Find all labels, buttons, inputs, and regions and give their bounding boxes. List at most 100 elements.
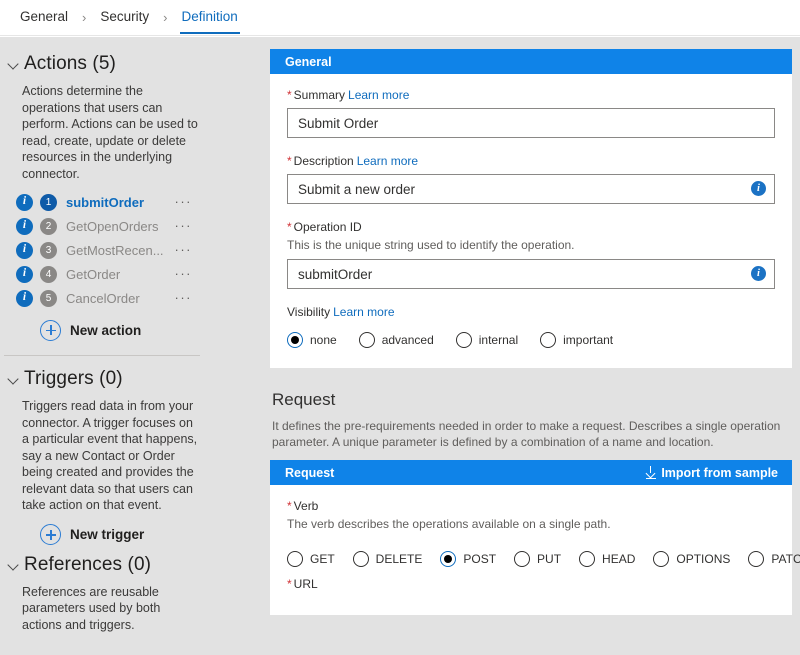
general-card-body: *SummaryLearn more *DescriptionLearn mor… — [270, 74, 792, 368]
general-card-title: General — [285, 54, 332, 69]
action-item-label: CancelOrder — [66, 290, 140, 306]
verb-option-head[interactable]: HEAD — [579, 551, 635, 567]
verb-label: * Verb — [287, 499, 775, 513]
operation-id-help: This is the unique string used to identi… — [287, 238, 575, 252]
verb-option-delete[interactable]: DELETE — [352, 551, 423, 567]
breadcrumb-item-general[interactable]: General — [8, 0, 80, 36]
breadcrumb-item-security[interactable]: Security — [88, 0, 161, 36]
verb-option-label: OPTIONS — [676, 552, 731, 566]
sidebar-section-references-description: References are reusable parameters used … — [22, 584, 161, 632]
description-learn-more-link[interactable]: Learn more — [357, 154, 418, 168]
radio-icon — [440, 551, 457, 567]
url-label-text: URL — [293, 577, 318, 591]
action-item-label: submitOrder — [66, 194, 145, 210]
verb-option-label: DELETE — [375, 552, 423, 566]
verb-option-patch[interactable]: PATCH — [748, 551, 800, 567]
radio-icon — [352, 551, 369, 567]
visibility-option-label: important — [563, 333, 614, 347]
info-icon[interactable]: i — [16, 265, 33, 283]
verb-option-get[interactable]: GET — [287, 551, 335, 567]
action-index-badge: 2 — [40, 217, 57, 235]
verb-radio-group: GET DELETE POST PUT HEAD OPTIONS PATC — [287, 551, 800, 567]
url-label: * URL — [287, 577, 775, 591]
info-icon[interactable]: i — [16, 193, 33, 211]
sidebar-divider — [4, 355, 200, 356]
action-overflow-menu-icon[interactable]: ··· — [175, 267, 193, 280]
description-input[interactable] — [287, 174, 775, 204]
new-trigger-label: New trigger — [70, 527, 145, 542]
required-asterisk: * — [287, 154, 292, 168]
summary-learn-more-link[interactable]: Learn more — [348, 88, 409, 102]
action-overflow-menu-icon[interactable]: ··· — [175, 291, 193, 304]
visibility-option-advanced[interactable]: advanced — [358, 332, 434, 348]
summary-input[interactable] — [287, 108, 775, 138]
new-trigger-button[interactable]: New trigger — [0, 522, 262, 548]
verb-option-put[interactable]: PUT — [514, 551, 561, 567]
operation-id-field: * Operation ID This is the unique string … — [287, 220, 775, 289]
action-overflow-menu-icon[interactable]: ··· — [175, 219, 193, 232]
radio-icon — [514, 551, 531, 567]
main-content: General *SummaryLearn more *DescriptionL… — [262, 37, 800, 655]
radio-icon — [287, 551, 303, 567]
verb-option-label: HEAD — [602, 552, 636, 566]
summary-label-text: Summary — [293, 88, 346, 102]
info-icon[interactable]: i — [16, 241, 33, 259]
breadcrumb-item-definition[interactable]: Definition — [170, 0, 250, 36]
radio-icon — [579, 551, 596, 567]
breadcrumb-separator: › — [163, 10, 168, 25]
verb-field: * Verb The verb describes the operations … — [287, 499, 800, 567]
chevron-down-icon — [6, 56, 22, 72]
radio-icon — [358, 332, 375, 348]
info-icon[interactable]: i — [751, 266, 766, 281]
plus-circle-icon — [40, 524, 61, 545]
general-card-header: General — [270, 49, 792, 74]
operation-id-input[interactable] — [287, 259, 775, 289]
action-overflow-menu-icon[interactable]: ··· — [175, 243, 193, 256]
sidebar-section-actions-header[interactable]: Actions (5) — [0, 47, 262, 81]
action-item-label: GetMostRecen... — [66, 242, 164, 258]
visibility-option-internal[interactable]: internal — [455, 332, 519, 348]
request-section-description: It defines the pre-requirements needed i… — [272, 419, 781, 449]
operation-id-label: * Operation ID — [287, 220, 775, 234]
new-action-button[interactable]: New action — [0, 317, 262, 343]
info-icon[interactable]: i — [16, 289, 33, 307]
required-asterisk: * — [287, 220, 292, 234]
verb-option-options[interactable]: OPTIONS — [653, 551, 730, 567]
action-item-getmostrecent[interactable]: i 3 GetMostRecen... ··· — [0, 238, 262, 262]
radio-icon — [455, 332, 472, 348]
sidebar-section-triggers-header[interactable]: Triggers (0) — [0, 362, 262, 396]
breadcrumb-separator: › — [82, 10, 87, 25]
info-icon[interactable]: i — [751, 181, 766, 196]
request-card-header: Request Import from sample — [270, 460, 792, 485]
visibility-option-label: internal — [478, 333, 519, 347]
verb-option-label: POST — [463, 552, 497, 566]
action-item-cancelorder[interactable]: i 5 CancelOrder ··· — [0, 286, 262, 310]
info-icon[interactable]: i — [16, 217, 33, 235]
radio-icon — [287, 332, 303, 348]
visibility-field: Visibility Learn more none advanced inte… — [287, 305, 775, 348]
visibility-learn-more-link[interactable]: Learn more — [333, 305, 394, 319]
action-item-getopenorders[interactable]: i 2 GetOpenOrders ··· — [0, 214, 262, 238]
sidebar-section-triggers-description: Triggers read data in from your connecto… — [22, 399, 198, 512]
radio-icon — [540, 332, 557, 348]
sidebar-section-references-header[interactable]: References (0) — [0, 548, 262, 582]
request-card-body: * Verb The verb describes the operations … — [270, 485, 800, 615]
breadcrumb: General › Security › Definition — [0, 0, 800, 36]
verb-help: The verb describes the operations availa… — [287, 517, 611, 531]
action-overflow-menu-icon[interactable]: ··· — [175, 195, 193, 208]
visibility-radio-group: none advanced internal important — [287, 332, 775, 348]
verb-option-post[interactable]: POST — [440, 551, 496, 567]
import-from-sample-button[interactable]: Import from sample — [645, 466, 778, 480]
request-card: Request Import from sample * Verb The ver… — [270, 460, 800, 615]
visibility-option-none[interactable]: none — [287, 332, 337, 348]
visibility-option-important[interactable]: important — [540, 332, 613, 348]
operation-id-label-text: Operation ID — [293, 220, 362, 234]
summary-label: * Summary Learn more — [287, 88, 775, 102]
action-item-getorder[interactable]: i 4 GetOrder ··· — [0, 262, 262, 286]
action-item-submitorder[interactable]: i 1 submitOrder ··· — [0, 190, 262, 214]
chevron-down-icon — [6, 371, 22, 387]
sidebar-section-references-title: References (0) — [24, 553, 152, 575]
description-label-text: Description — [293, 154, 354, 168]
new-action-label: New action — [70, 322, 142, 338]
request-section-title: Request — [272, 390, 336, 409]
